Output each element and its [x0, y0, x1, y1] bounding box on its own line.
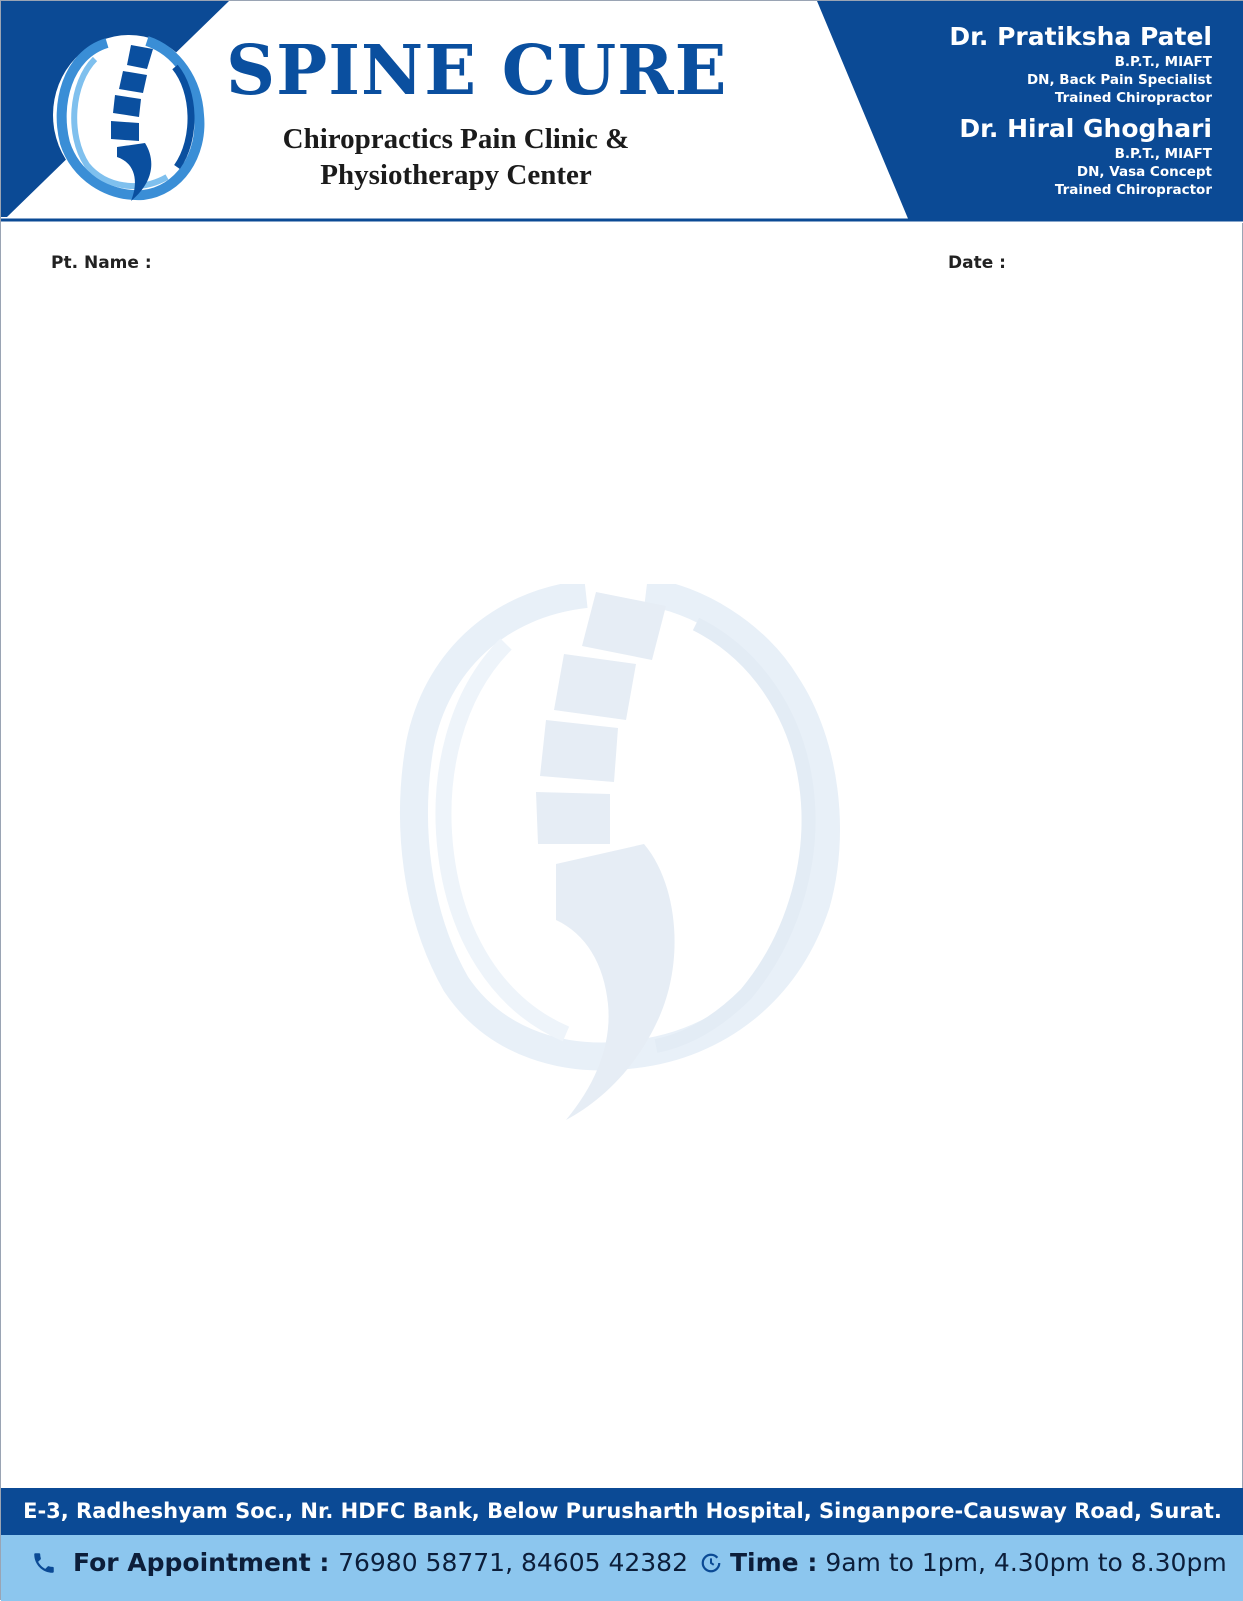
clock-icon	[701, 1553, 721, 1573]
doctor-training: Trained Chiropractor	[1054, 182, 1212, 198]
phone-icon	[34, 1553, 54, 1573]
appointment-label: For Appointment	[73, 1548, 311, 1577]
spine-watermark-icon	[400, 584, 840, 1120]
doctor-name: Dr. Hiral Ghoghari	[959, 114, 1212, 143]
spine-logo-icon	[53, 35, 205, 201]
doctor-qualification: B.P.T., MIAFT	[1114, 54, 1212, 70]
footer-contact-line: For Appointment : 76980 58771, 84605 423…	[31, 1535, 1227, 1591]
footer-contact-bar: For Appointment : 76980 58771, 84605 423…	[1, 1535, 1243, 1601]
doctor-specialty: DN, Back Pain Specialist	[1026, 72, 1212, 88]
doctors-list: Dr. Pratiksha Patel B.P.T., MIAFT DN, Ba…	[882, 21, 1212, 199]
brand-name: SPINE CURE	[226, 31, 728, 111]
appointment-phones: 76980 58771, 84605 42382	[338, 1548, 688, 1577]
letterhead-page: SPINE CURE Chiropractics Pain Clinic & P…	[0, 0, 1243, 1601]
brand-tagline: Chiropractics Pain Clinic & Physiotherap…	[256, 121, 656, 193]
doctor-block-1: Dr. Pratiksha Patel B.P.T., MIAFT DN, Ba…	[882, 21, 1212, 107]
patient-name-label: Pt. Name :	[51, 253, 152, 273]
tagline-line-2: Physiotherapy Center	[320, 159, 592, 191]
doctor-training: Trained Chiropractor	[1054, 90, 1212, 106]
doctor-qualification: B.P.T., MIAFT	[1114, 146, 1212, 162]
tagline-line-1: Chiropractics Pain Clinic &	[282, 123, 630, 155]
doctor-name: Dr. Pratiksha Patel	[949, 22, 1212, 51]
date-label: Date :	[948, 253, 1006, 273]
time-label: Time :	[729, 1548, 818, 1577]
doctor-block-2: Dr. Hiral Ghoghari B.P.T., MIAFT DN, Vas…	[882, 113, 1212, 199]
doctor-specialty: DN, Vasa Concept	[1076, 164, 1212, 180]
appointment-separator: :	[310, 1548, 339, 1577]
time-value: 9am to 1pm, 4.30pm to 8.30pm	[825, 1548, 1227, 1577]
footer-address: E-3, Radheshyam Soc., Nr. HDFC Bank, Bel…	[1, 1488, 1243, 1535]
